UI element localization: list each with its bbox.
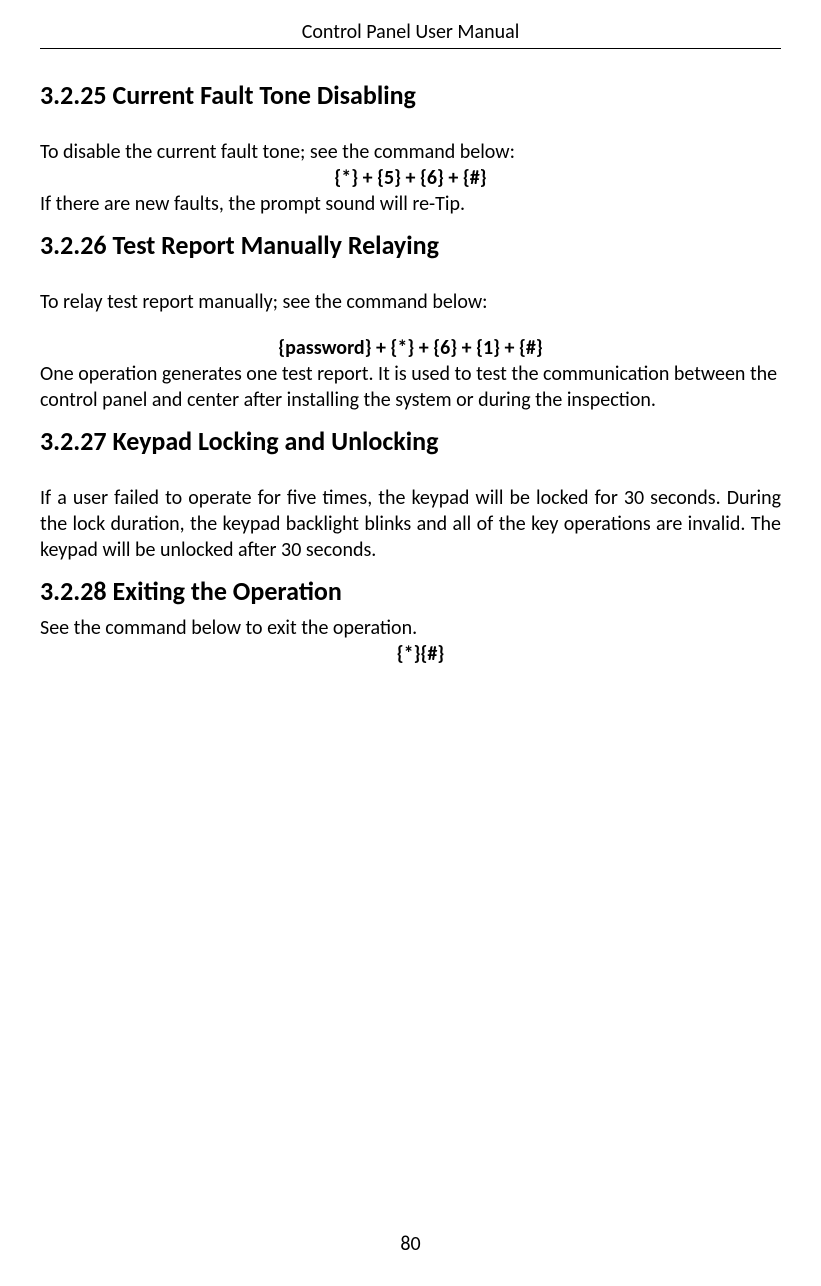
section-note: One operation generates one test report.… <box>40 361 781 413</box>
section-intro: To relay test report manually; see the c… <box>40 289 781 315</box>
header-title: Control Panel User Manual <box>40 20 781 49</box>
command-text: {*} + {5} + {6} + {#} <box>40 165 781 191</box>
section-note: If there are new faults, the prompt soun… <box>40 191 781 217</box>
command-text: {password} + {*} + {6} + {1} + {#} <box>40 335 781 361</box>
section-intro: To disable the current fault tone; see t… <box>40 139 781 165</box>
section-heading: 3.2.26 Test Report Manually Relaying <box>40 229 781 261</box>
spacer <box>40 315 781 335</box>
section-heading: 3.2.27 Keypad Locking and Unlocking <box>40 425 781 457</box>
page-number: 80 <box>0 1232 821 1256</box>
section-body: If a user failed to operate for five tim… <box>40 485 781 563</box>
section-heading: 3.2.28 Exiting the Operation <box>40 575 781 607</box>
section-heading: 3.2.25 Current Fault Tone Disabling <box>40 79 781 111</box>
section-3-2-25: 3.2.25 Current Fault Tone Disabling To d… <box>40 79 781 217</box>
document-page: Control Panel User Manual 3.2.25 Current… <box>0 0 821 1286</box>
command-text: {*}{#} <box>40 641 781 667</box>
section-3-2-26: 3.2.26 Test Report Manually Relaying To … <box>40 229 781 413</box>
section-3-2-27: 3.2.27 Keypad Locking and Unlocking If a… <box>40 425 781 563</box>
section-intro: See the command below to exit the operat… <box>40 615 781 641</box>
section-3-2-28: 3.2.28 Exiting the Operation See the com… <box>40 575 781 667</box>
